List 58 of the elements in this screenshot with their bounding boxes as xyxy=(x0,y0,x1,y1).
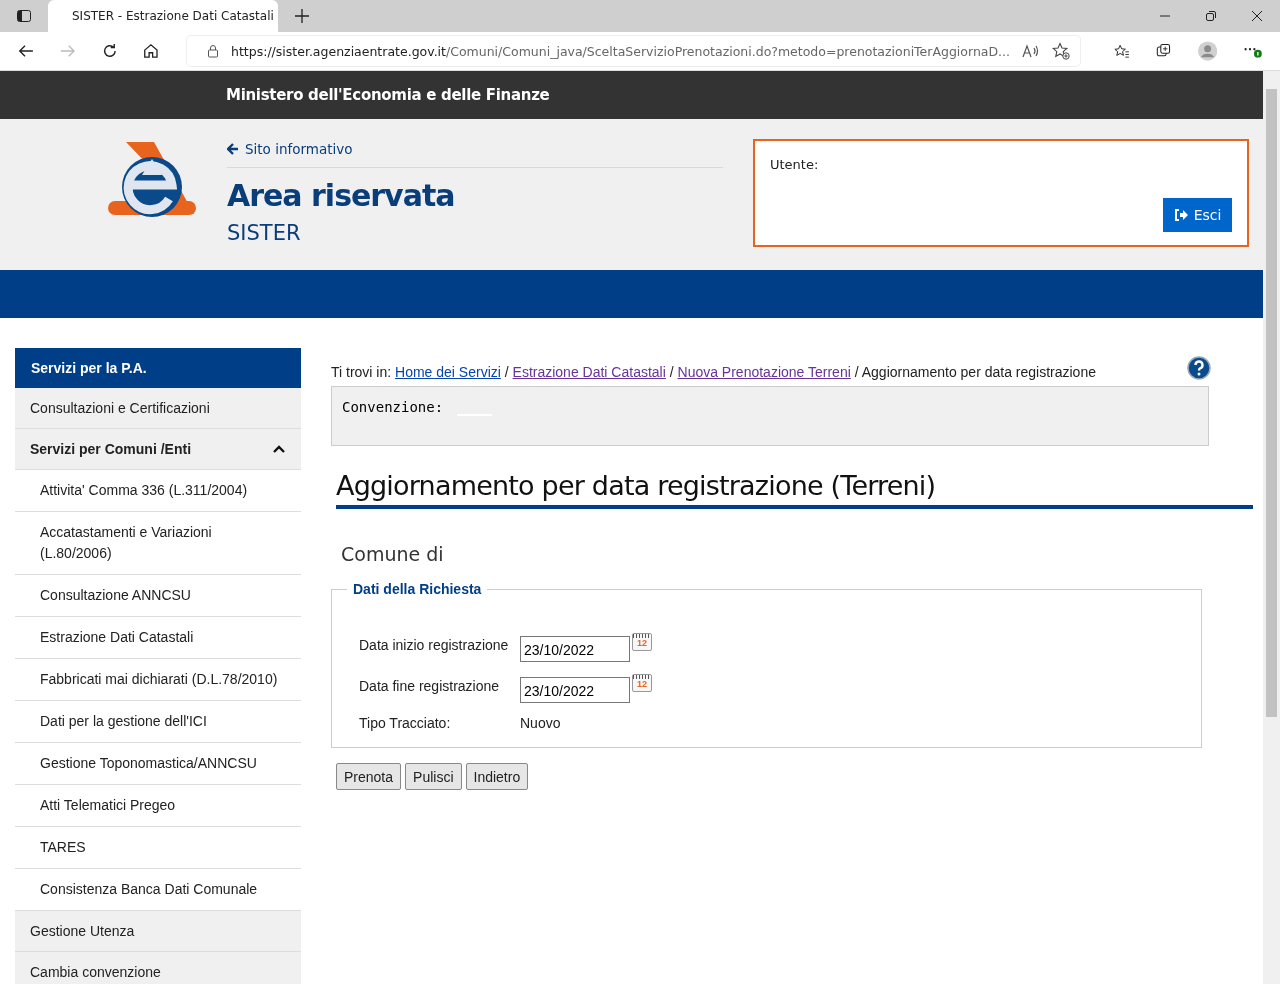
field-label: Data fine registrazione xyxy=(359,677,501,694)
trace-value: Nuovo xyxy=(520,715,561,731)
profile-avatar-icon[interactable] xyxy=(1197,40,1217,62)
convention-label: Convenzione: xyxy=(342,399,444,415)
field-label: Data inizio registrazione xyxy=(359,636,510,653)
sidebar-item[interactable]: Accatastamenti e Variazioni (L.80/2006) xyxy=(15,512,301,575)
restore-icon[interactable] xyxy=(1205,10,1217,22)
date-field[interactable]: 23/10/2022 xyxy=(520,636,630,662)
sidebar-item[interactable]: Consultazioni e Certificazioni xyxy=(15,388,301,429)
logout-icon xyxy=(1173,209,1188,221)
add-favorite-icon[interactable] xyxy=(1052,42,1071,60)
address-bar[interactable]: https://sister.agenziaentrate.gov.it/Comuni/Comuni_java/SceltaServizioPrenotazioni.do?metodo=prenotazioniTerAggiornaD... xyxy=(187,36,1081,66)
sidebar-item[interactable]: Gestione Toponomastica/ANNCSU xyxy=(15,743,301,785)
sidebar-item[interactable]: Consultazione ANNCSU xyxy=(15,575,301,617)
back-link[interactable]: Sito informativo xyxy=(227,141,723,157)
sidebar-item[interactable]: Dati per la gestione dell'ICI xyxy=(15,701,301,743)
page-title: Aggiornamento per data registrazione (Terreni) xyxy=(336,470,1253,509)
sidebar-item[interactable]: Gestione Utenza xyxy=(15,911,301,952)
sidebar-section[interactable]: Servizi per Comuni /Enti xyxy=(15,429,301,470)
close-icon[interactable] xyxy=(1251,10,1263,22)
date-field[interactable]: 23/10/2022 xyxy=(520,677,630,703)
breadcrumb-link[interactable]: Estrazione Dati Catastali xyxy=(512,364,666,380)
area-title: Area riservata xyxy=(227,178,456,213)
help-icon[interactable] xyxy=(1187,356,1211,380)
sidebar-title: Servizi per la P.A. xyxy=(15,348,301,388)
sidebar-item[interactable]: Fabbricati mai dichiarati (D.L.78/2010) xyxy=(15,659,301,701)
lock-icon xyxy=(207,44,219,58)
sidebar-item[interactable]: Attivita' Comma 336 (L.311/2004) xyxy=(15,470,301,512)
form-button[interactable]: Prenota xyxy=(336,763,402,790)
new-tab-icon[interactable] xyxy=(294,8,310,24)
favorites-icon[interactable] xyxy=(1114,43,1130,59)
browser-tab[interactable]: SISTER - Estrazione Dati Catastali xyxy=(48,0,278,32)
refresh-icon[interactable] xyxy=(101,42,118,60)
sidebar-item[interactable]: Atti Telematici Pregeo xyxy=(15,785,301,827)
scrollbar[interactable] xyxy=(1263,71,1280,984)
comune-label: Comune di xyxy=(341,543,445,565)
back-icon[interactable] xyxy=(18,43,34,59)
sidebar-item[interactable]: TARES xyxy=(15,827,301,869)
agency-logo-icon xyxy=(108,139,198,219)
sidebar-item[interactable]: Cambia convenzione xyxy=(15,952,301,984)
tab-actions-icon[interactable] xyxy=(16,8,32,24)
breadcrumb-link[interactable]: Home dei Servizi xyxy=(395,364,501,380)
form-button[interactable]: Pulisci xyxy=(405,763,462,790)
app-subtitle: SISTER xyxy=(227,221,302,245)
fieldset-legend: Dati della Richiesta xyxy=(347,581,488,597)
chevron-up-icon xyxy=(273,445,285,453)
breadcrumb: Ti trovi in: Home dei Servizi / Estrazione Dati Catastali / Nuova Prenotazione Terreni / Aggiornamento per data registrazione xyxy=(331,364,1096,380)
logout-button[interactable]: Esci xyxy=(1163,198,1232,232)
breadcrumb-link[interactable]: Nuova Prenotazione Terreni xyxy=(677,364,851,380)
read-aloud-icon[interactable] xyxy=(1022,44,1041,58)
sidebar-item[interactable]: Estrazione Dati Catastali xyxy=(15,617,301,659)
form-button[interactable]: Indietro xyxy=(465,763,529,790)
tab-title: SISTER - Estrazione Dati Catastali xyxy=(72,9,274,23)
field-label: Tipo Tracciato: xyxy=(359,715,452,731)
ministry-title: Ministero dell'Economia e delle Finanze xyxy=(226,86,550,104)
home-icon[interactable] xyxy=(143,42,159,60)
arrow-left-icon xyxy=(227,143,239,155)
user-label: Utente: xyxy=(770,157,819,172)
